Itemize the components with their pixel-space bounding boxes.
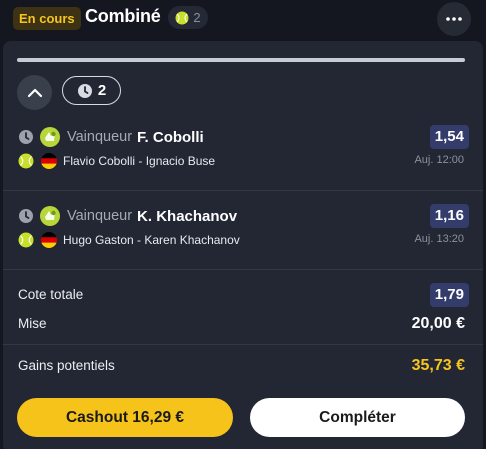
chevron-up-icon — [27, 88, 43, 98]
complete-button[interactable]: Compléter — [250, 398, 465, 437]
bet-header: En cours Combiné 2 — [0, 0, 486, 38]
tennis-ball-icon — [18, 232, 34, 248]
progress-bar — [17, 58, 465, 62]
stake-value: 20,00 € — [411, 315, 465, 332]
selection-pick: K. Khachanov — [137, 207, 238, 225]
odds-badge: 1,54 — [429, 125, 469, 149]
divider — [3, 190, 483, 191]
clock-icon — [77, 83, 93, 99]
clock-icon — [18, 208, 34, 224]
selection-count-pill: 2 — [168, 6, 208, 29]
selection-pick: F. Cobolli — [137, 128, 204, 146]
selection-time: Auj. 12:00 — [414, 154, 464, 166]
odds-badge: 1,16 — [429, 204, 469, 228]
selection-market: Vainqueur — [67, 208, 133, 224]
total-odds-badge: 1,79 — [429, 283, 469, 307]
bet-type-title: Combiné — [85, 6, 161, 26]
more-horizontal-icon — [446, 17, 462, 21]
total-odds-label: Cote totale — [18, 287, 84, 302]
tennis-ball-icon — [18, 153, 34, 169]
germany-flag-icon — [41, 153, 57, 169]
selection-match: Hugo Gaston - Karen Khachanov — [63, 233, 240, 247]
selection-time: Auj. 13:20 — [414, 233, 464, 245]
winner-market-icon — [39, 205, 61, 227]
selection-market: Vainqueur — [67, 129, 133, 145]
divider — [3, 269, 483, 270]
status-badge: En cours — [13, 7, 81, 30]
collapse-button[interactable] — [17, 75, 52, 110]
tennis-ball-icon — [175, 11, 189, 25]
live-count: 2 — [97, 82, 107, 99]
more-options-button[interactable] — [437, 2, 471, 36]
potential-gains-value: 35,73 € — [411, 357, 465, 374]
selection-match: Flavio Cobolli - Ignacio Buse — [63, 154, 216, 168]
winner-market-icon — [39, 126, 61, 148]
clock-icon — [18, 129, 34, 145]
germany-flag-icon — [41, 232, 57, 248]
divider — [3, 344, 483, 345]
stake-label: Mise — [18, 316, 47, 331]
selection-count: 2 — [193, 10, 201, 25]
cashout-button[interactable]: Cashout 16,29 € — [17, 398, 233, 437]
live-count-pill[interactable]: 2 — [62, 76, 121, 105]
potential-gains-label: Gains potentiels — [18, 358, 115, 373]
